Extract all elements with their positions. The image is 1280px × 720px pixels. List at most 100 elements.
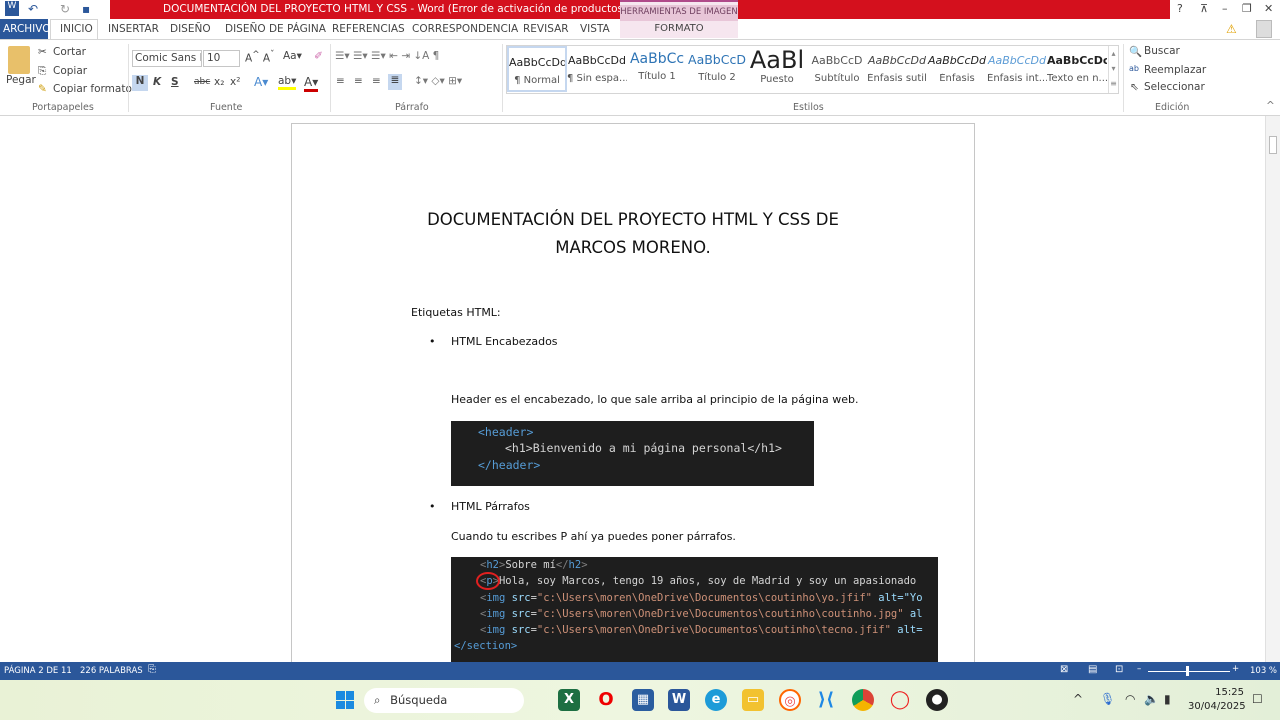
underline-button[interactable]: S bbox=[171, 76, 179, 88]
paste-icon[interactable] bbox=[8, 46, 30, 74]
bold-button[interactable]: N bbox=[132, 75, 148, 91]
word-taskbar-icon[interactable]: W bbox=[668, 689, 690, 711]
redo-icon[interactable]: ↻ bbox=[60, 2, 70, 16]
text-effects-icon[interactable]: A▾ bbox=[254, 75, 268, 89]
help-button[interactable]: ? bbox=[1177, 2, 1183, 15]
tab-inicio[interactable]: INICIO bbox=[60, 23, 93, 35]
obs-icon[interactable]: ● bbox=[926, 689, 948, 711]
style-puesto[interactable]: AaBl Puesto bbox=[747, 46, 807, 92]
align-right-icon[interactable]: ≡ bbox=[372, 75, 381, 87]
zoom-out-button[interactable]: – bbox=[1137, 664, 1141, 674]
close-button[interactable]: ✕ bbox=[1264, 2, 1273, 15]
format-painter-button[interactable]: Copiar formato bbox=[53, 83, 132, 95]
zoom-level[interactable]: 103 % bbox=[1250, 666, 1277, 676]
web-layout-icon[interactable]: ⊡ bbox=[1115, 664, 1123, 675]
style-subtitulo[interactable]: AaBbCcD Subtítulo bbox=[807, 46, 867, 92]
clock[interactable]: 15:25 30/04/2025 bbox=[1188, 686, 1246, 714]
zoom-slider-thumb[interactable] bbox=[1186, 666, 1189, 676]
strikethrough-button[interactable]: abc bbox=[194, 77, 210, 87]
tab-diseno[interactable]: DISEÑO bbox=[170, 23, 211, 35]
tab-formato[interactable]: FORMATO bbox=[620, 23, 738, 34]
page-count[interactable]: PÁGINA 2 DE 11 bbox=[4, 666, 72, 676]
volume-icon[interactable]: 🔈 bbox=[1144, 692, 1159, 706]
wifi-icon[interactable]: ◠ bbox=[1125, 692, 1135, 706]
undo-icon[interactable]: ↶ bbox=[28, 2, 38, 16]
microphone-icon[interactable]: 🎙 bbox=[1100, 692, 1115, 706]
align-left-icon[interactable]: ≡ bbox=[336, 75, 345, 87]
restore-button[interactable]: ❐ bbox=[1242, 2, 1252, 15]
proofing-icon[interactable]: ⎘ bbox=[148, 664, 156, 675]
code-image-header[interactable]: <header> <h1>Bienvenido a mi página perso… bbox=[451, 421, 814, 486]
battery-icon[interactable]: ▮ bbox=[1164, 692, 1171, 706]
highlight-icon[interactable]: ab▾ bbox=[278, 75, 297, 90]
cut-button[interactable]: Cortar bbox=[53, 46, 86, 58]
edge-icon[interactable]: e bbox=[705, 689, 727, 711]
store-icon[interactable]: ▦ bbox=[632, 689, 654, 711]
font-color-icon[interactable]: A▾ bbox=[304, 75, 319, 92]
file-explorer-icon[interactable]: ▭ bbox=[742, 689, 764, 711]
read-mode-icon[interactable]: ⊠ bbox=[1060, 664, 1068, 675]
style-sin-espaciado[interactable]: AaBbCcDd ¶ Sin espa... bbox=[567, 46, 627, 92]
styles-scroll-icon[interactable]: ▴ ▾ ≡ bbox=[1108, 46, 1118, 93]
excel-icon[interactable]: X bbox=[558, 689, 580, 711]
code-image-section[interactable]: <h2>Sobre mí</h2> <p>Hola, soy Marcos, te… bbox=[451, 557, 938, 662]
zoom-in-button[interactable]: + bbox=[1232, 664, 1239, 674]
replace-button[interactable]: Reemplazar bbox=[1144, 64, 1206, 76]
minimize-button[interactable]: – bbox=[1222, 2, 1228, 15]
notifications-icon[interactable]: ☐ bbox=[1252, 692, 1263, 706]
save-icon[interactable]: ▪ bbox=[82, 2, 90, 16]
style-enfasis[interactable]: AaBbCcDd Énfasis bbox=[927, 46, 987, 92]
group-label-edicion: Edición bbox=[1155, 102, 1190, 113]
tab-archivo[interactable]: ARCHIVO bbox=[0, 19, 51, 39]
copy-button[interactable]: Copiar bbox=[53, 65, 87, 77]
font-size-select[interactable]: 10 bbox=[203, 50, 240, 67]
bullets-icon[interactable]: ☰▾ ☰▾ ☰▾ ⇤ ⇥ ↓A ¶ bbox=[335, 50, 439, 62]
warning-icon[interactable]: ⚠ bbox=[1226, 22, 1237, 36]
tab-insertar[interactable]: INSERTAR bbox=[108, 23, 159, 35]
style-texto-negrita[interactable]: AaBbCcDc Texto en n... bbox=[1047, 46, 1107, 92]
select-button[interactable]: Seleccionar bbox=[1144, 81, 1205, 93]
group-separator bbox=[128, 44, 129, 112]
find-button[interactable]: Buscar bbox=[1144, 45, 1180, 57]
change-case-icon[interactable]: Aa▾ bbox=[283, 50, 302, 62]
ribbon-display-icon[interactable]: ⊼ bbox=[1200, 2, 1208, 15]
vertical-scrollbar[interactable] bbox=[1265, 116, 1280, 662]
chrome-icon[interactable] bbox=[852, 689, 874, 711]
tab-referencias[interactable]: REFERENCIAS bbox=[332, 23, 405, 35]
collapse-ribbon-icon[interactable]: ^ bbox=[1266, 100, 1275, 112]
opera-gx-icon[interactable]: ◯ bbox=[889, 689, 911, 711]
align-center-icon[interactable]: ≡ bbox=[354, 75, 363, 87]
taskbar-search[interactable]: ⌕ Búsqueda bbox=[364, 688, 524, 713]
style-normal[interactable]: AaBbCcDd ¶ Normal bbox=[507, 46, 567, 92]
paragraph-p: Cuando tu escribes P ahí ya puedes poner… bbox=[451, 530, 736, 543]
font-name-select[interactable]: Comic Sans M bbox=[132, 50, 202, 67]
vscode-icon[interactable]: ⟩⟨ bbox=[815, 689, 837, 711]
justify-icon[interactable]: ≣ bbox=[388, 74, 402, 90]
style-titulo-1[interactable]: AaBbCc Título 1 bbox=[627, 46, 687, 92]
tab-diseno-pagina[interactable]: DISEÑO DE PÁGINA bbox=[225, 23, 326, 35]
tray-chevron-icon[interactable]: ^ bbox=[1073, 692, 1083, 706]
zoom-slider[interactable] bbox=[1148, 671, 1230, 672]
italic-button[interactable]: K bbox=[153, 76, 161, 88]
style-enfasis-intenso[interactable]: AaBbCcDd Énfasis int... bbox=[987, 46, 1047, 92]
windows-start-icon[interactable] bbox=[336, 691, 354, 709]
user-avatar[interactable] bbox=[1256, 20, 1272, 38]
opera-icon[interactable]: O bbox=[595, 689, 617, 711]
scrollbar-thumb[interactable] bbox=[1269, 136, 1277, 154]
grow-font-icon[interactable]: A^ Aˇ bbox=[245, 50, 274, 65]
tab-revisar[interactable]: REVISAR bbox=[523, 23, 569, 35]
style-titulo-2[interactable]: AaBbCcD Título 2 bbox=[687, 46, 747, 92]
red-circle-annotation bbox=[476, 572, 500, 591]
superscript-button[interactable]: x² bbox=[230, 76, 240, 88]
clear-format-icon[interactable]: ✐ bbox=[314, 50, 323, 62]
line-spacing-icon[interactable]: ↕▾ ◇▾ ⊞▾ bbox=[414, 75, 462, 87]
subscript-button[interactable]: x₂ bbox=[214, 76, 224, 88]
tab-vista[interactable]: VISTA bbox=[580, 23, 610, 35]
tab-correspondencia[interactable]: CORRESPONDENCIA bbox=[412, 23, 518, 35]
paste-button[interactable]: Pegar bbox=[6, 74, 36, 86]
context-tab-herramientas-imagen[interactable]: HERRAMIENTAS DE IMAGEN FORMATO bbox=[620, 0, 738, 38]
word-count[interactable]: 226 PALABRAS bbox=[80, 666, 143, 676]
style-enfasis-sutil[interactable]: AaBbCcDd Énfasis sutil bbox=[867, 46, 927, 92]
browser-icon[interactable]: ◎ bbox=[779, 689, 801, 711]
print-layout-icon[interactable]: ▤ bbox=[1088, 664, 1097, 675]
